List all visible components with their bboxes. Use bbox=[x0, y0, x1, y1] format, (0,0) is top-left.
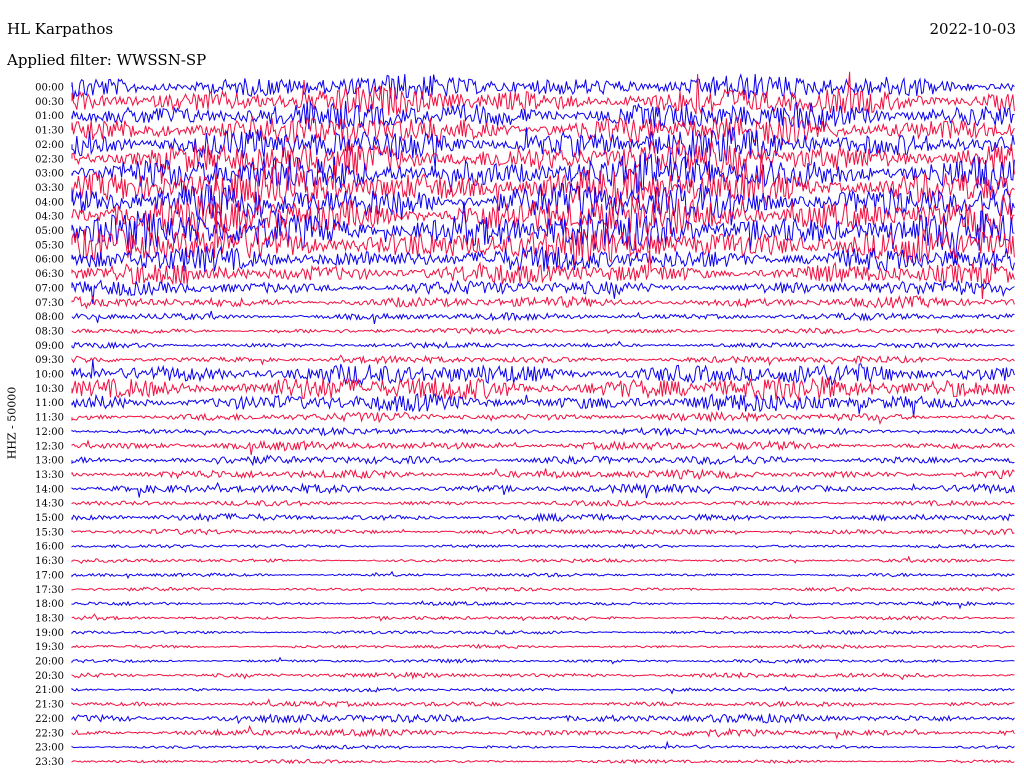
trace-1430 bbox=[71, 499, 1015, 507]
hour-label: 15:00 bbox=[35, 513, 64, 524]
hour-label: 17:00 bbox=[35, 570, 64, 581]
hour-label: 01:30 bbox=[35, 126, 64, 137]
hour-label: 01:00 bbox=[35, 111, 64, 122]
trace-1630 bbox=[71, 555, 1015, 565]
traces-group bbox=[71, 71, 1015, 765]
trace-1030 bbox=[71, 376, 1015, 402]
trace-2030 bbox=[71, 671, 1015, 681]
hour-label: 05:00 bbox=[35, 226, 64, 237]
hour-label: 04:00 bbox=[35, 197, 64, 208]
hour-label: 13:30 bbox=[35, 470, 64, 481]
trace-2100 bbox=[71, 686, 1015, 695]
hour-label: 14:30 bbox=[35, 499, 64, 510]
hour-label: 04:30 bbox=[35, 212, 64, 223]
hour-label: 02:30 bbox=[35, 154, 64, 165]
trace-1200 bbox=[71, 426, 1015, 437]
hour-label: 15:30 bbox=[35, 527, 64, 538]
hour-label: 10:30 bbox=[35, 384, 64, 395]
trace-1600 bbox=[71, 543, 1015, 549]
trace-0830 bbox=[71, 326, 1015, 335]
hour-label: 03:30 bbox=[35, 183, 64, 194]
trace-1330 bbox=[71, 467, 1015, 481]
trace-1130 bbox=[71, 410, 1015, 425]
hour-label: 23:30 bbox=[35, 757, 64, 768]
hour-label: 16:00 bbox=[35, 542, 64, 553]
hour-label: 00:00 bbox=[35, 83, 64, 94]
hour-label: 00:30 bbox=[35, 97, 64, 108]
hour-label: 09:30 bbox=[35, 355, 64, 366]
hour-label: 16:30 bbox=[35, 556, 64, 567]
hour-label: 21:30 bbox=[35, 700, 64, 711]
hour-label: 08:30 bbox=[35, 326, 64, 337]
hour-label: 11:00 bbox=[35, 398, 64, 409]
trace-1300 bbox=[71, 454, 1015, 467]
trace-0100 bbox=[71, 100, 1015, 131]
trace-1830 bbox=[71, 613, 1015, 622]
hour-label: 12:30 bbox=[35, 441, 64, 452]
trace-2000 bbox=[71, 656, 1015, 665]
hour-label: 19:00 bbox=[35, 628, 64, 639]
hour-label: 21:00 bbox=[35, 685, 64, 696]
trace-2330 bbox=[71, 758, 1015, 765]
hour-label: 05:30 bbox=[35, 240, 64, 251]
trace-2200 bbox=[71, 713, 1015, 725]
hour-label: 03:00 bbox=[35, 169, 64, 180]
trace-2130 bbox=[71, 698, 1015, 708]
trace-1530 bbox=[71, 528, 1015, 536]
hour-label: 19:30 bbox=[35, 642, 64, 653]
trace-2300 bbox=[71, 740, 1015, 751]
hour-label: 23:00 bbox=[35, 743, 64, 754]
hour-label: 06:00 bbox=[35, 255, 64, 266]
hour-label: 20:00 bbox=[35, 657, 64, 668]
seismogram-plot: 00:00 00:30 01:00 01:30 02:00 02:30 03:00 03:30… bbox=[35, 71, 1015, 768]
trace-1400 bbox=[71, 481, 1015, 499]
trace-0730 bbox=[71, 294, 1015, 310]
hour-label: 06:30 bbox=[35, 269, 64, 280]
hour-label: 02:00 bbox=[35, 140, 64, 151]
hour-label: 10:00 bbox=[35, 370, 64, 381]
trace-1800 bbox=[71, 600, 1015, 610]
trace-0900 bbox=[71, 340, 1015, 350]
hour-label: 17:30 bbox=[35, 585, 64, 596]
trace-1230 bbox=[71, 439, 1015, 456]
hour-labels-group: 00:00 00:30 01:00 01:30 02:00 02:30 03:00 03:30… bbox=[35, 83, 64, 768]
hour-label: 22:30 bbox=[35, 728, 64, 739]
hour-label: 07:00 bbox=[35, 283, 64, 294]
hour-label: 22:00 bbox=[35, 714, 64, 725]
trace-1000 bbox=[71, 359, 1015, 387]
trace-1500 bbox=[71, 512, 1015, 523]
hour-label: 08:00 bbox=[35, 312, 64, 323]
trace-1100 bbox=[71, 392, 1015, 418]
hour-label: 18:00 bbox=[35, 599, 64, 610]
trace-1930 bbox=[71, 643, 1015, 650]
trace-1900 bbox=[71, 629, 1015, 636]
trace-0030 bbox=[71, 71, 1015, 116]
hour-label: 12:00 bbox=[35, 427, 64, 438]
hour-label: 07:30 bbox=[35, 298, 64, 309]
hour-label: 18:30 bbox=[35, 613, 64, 624]
trace-0800 bbox=[71, 310, 1015, 325]
hour-label: 11:30 bbox=[35, 413, 64, 424]
trace-2230 bbox=[71, 724, 1015, 740]
trace-1730 bbox=[71, 586, 1015, 592]
hour-label: 09:00 bbox=[35, 341, 64, 352]
hour-label: 20:30 bbox=[35, 671, 64, 682]
trace-0600 bbox=[71, 245, 1015, 273]
hour-label: 13:00 bbox=[35, 456, 64, 467]
hour-label: 14:00 bbox=[35, 484, 64, 495]
trace-0000 bbox=[71, 73, 1015, 100]
trace-0930 bbox=[71, 354, 1015, 367]
trace-1700 bbox=[71, 570, 1015, 580]
